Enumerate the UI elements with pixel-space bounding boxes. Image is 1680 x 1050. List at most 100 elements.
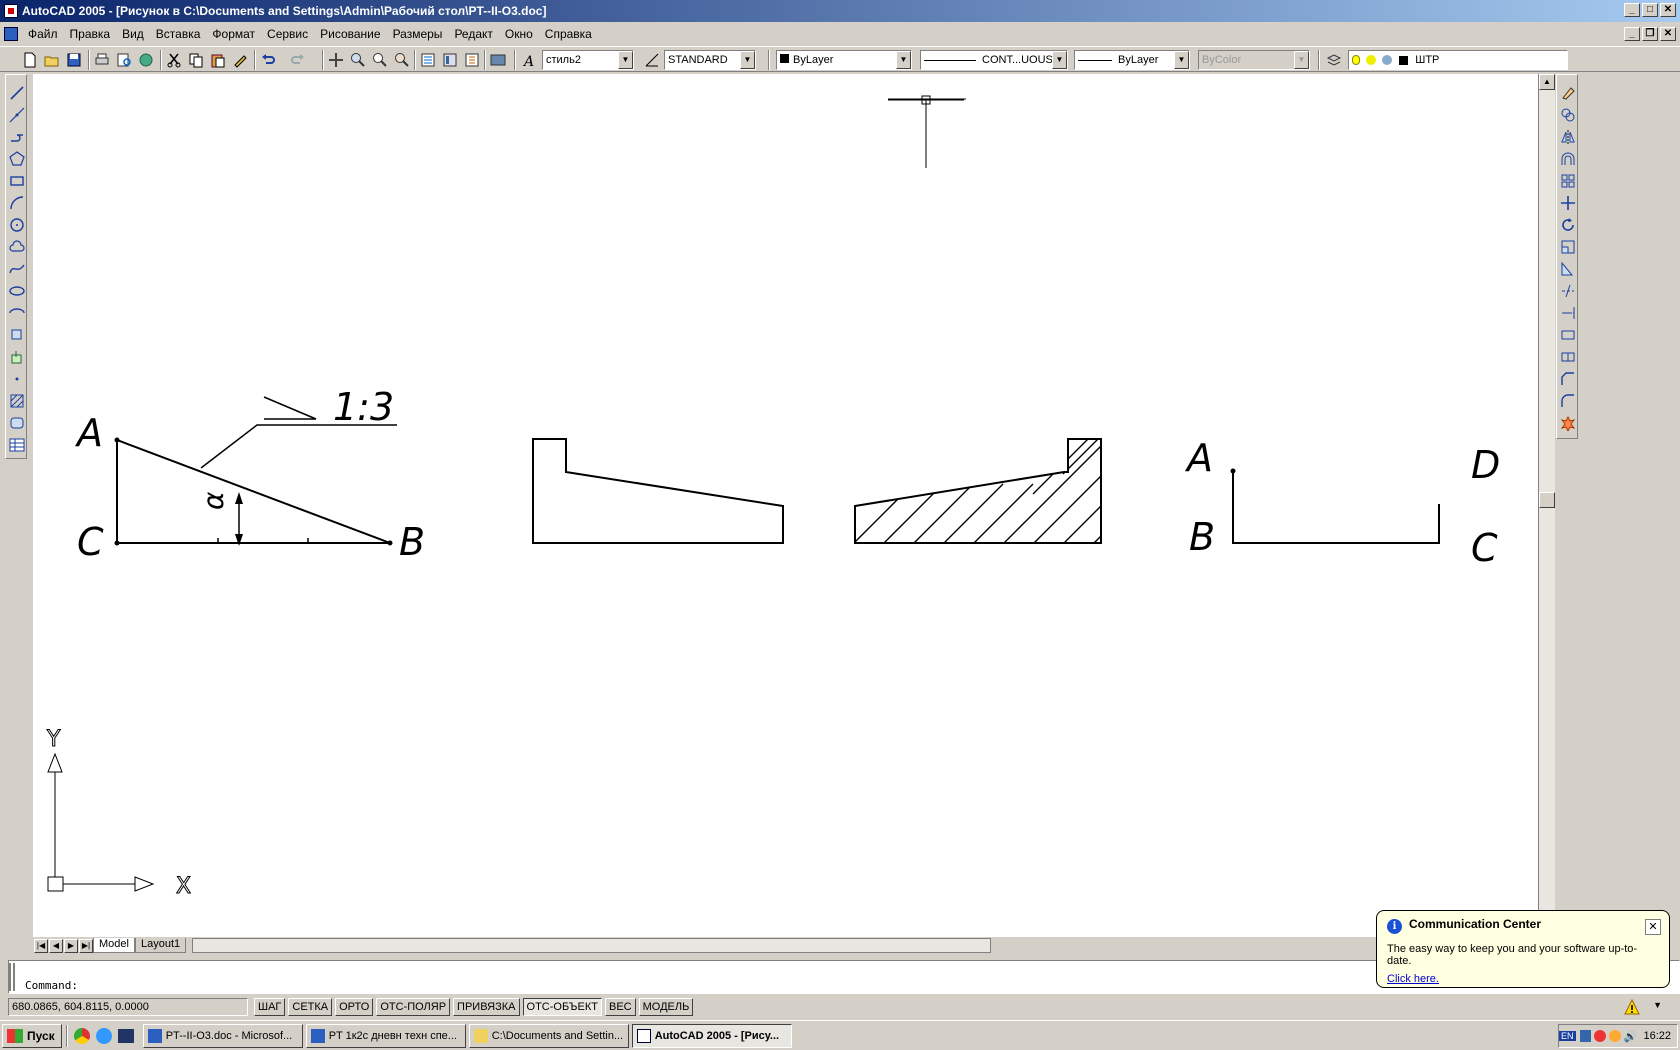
language-indicator[interactable]: EN [1559,1031,1576,1041]
scroll-up-button[interactable]: ▲ [1539,74,1555,90]
circle-tool-icon[interactable] [9,217,25,233]
undo-icon[interactable] [260,52,276,68]
copy-icon[interactable] [188,52,204,68]
ellipse-arc-tool-icon[interactable] [9,305,25,321]
ie-quicklaunch-icon[interactable] [95,1027,112,1044]
line-tool-icon[interactable] [9,85,25,101]
snap-toggle[interactable]: ШАГ [254,998,286,1016]
fillet-tool-icon[interactable] [1560,393,1576,409]
open-file-icon[interactable] [44,52,60,68]
tab-model[interactable]: Model [93,938,135,953]
break-tool-icon[interactable] [1560,327,1576,343]
lineweight-select[interactable]: ByLayer ▼ [1074,50,1190,70]
zoom-realtime-icon[interactable] [350,52,366,68]
zoom-window-icon[interactable] [372,52,388,68]
trim-tool-icon[interactable] [1560,283,1576,299]
menu-view[interactable]: Вид [116,27,150,41]
match-properties-icon[interactable] [232,52,248,68]
pan-icon[interactable] [328,52,344,68]
communication-center-icon[interactable] [1624,998,1640,1015]
doc-restore-button[interactable]: ❐ [1642,27,1658,41]
menu-format[interactable]: Формат [206,27,261,41]
network-tray-icon[interactable] [1579,1030,1592,1042]
ellipse-tool-icon[interactable] [9,283,25,299]
arc-tool-icon[interactable] [9,195,25,211]
desktop-quicklaunch-icon[interactable] [117,1028,134,1043]
start-button[interactable]: Пуск [2,1023,62,1048]
menu-tools[interactable]: Сервис [261,27,314,41]
balloon-close-button[interactable]: ✕ [1645,919,1661,935]
revision-cloud-tool-icon[interactable] [9,239,25,255]
document-icon[interactable] [4,27,18,41]
erase-tool-icon[interactable] [1560,85,1576,101]
volume-tray-icon[interactable]: 🔊 [1624,1030,1638,1043]
prev-tab-button[interactable]: ◀ [49,938,63,953]
menu-dimension[interactable]: Размеры [387,27,449,41]
explode-tool-icon[interactable] [1560,415,1576,431]
vertical-scrollbar[interactable]: ▲ [1538,74,1555,937]
publish-icon[interactable] [138,52,154,68]
scale-tool-icon[interactable] [1560,239,1576,255]
rotate-tool-icon[interactable] [1560,217,1576,233]
new-file-icon[interactable] [22,52,38,68]
object-tracking-toggle[interactable]: ОТС-ОБЪЕКТ [522,998,602,1016]
copy-object-tool-icon[interactable] [1560,107,1576,123]
tool-palettes-icon[interactable] [464,52,480,68]
cut-icon[interactable] [166,52,182,68]
linetype-select[interactable]: CONT...UOUS ▼ [920,50,1068,70]
design-center-icon[interactable] [442,52,458,68]
autocad-app-icon[interactable] [4,4,18,18]
horizontal-scrollbar[interactable] [192,938,991,953]
object-snap-toggle[interactable]: ПРИВЯЗКА [453,998,520,1016]
doc-close-button[interactable]: ✕ [1660,27,1676,41]
scroll-thumb[interactable] [1539,492,1555,508]
menu-window[interactable]: Окно [499,27,539,41]
last-tab-button[interactable]: ▶| [79,938,93,953]
point-tool-icon[interactable] [9,371,25,387]
antivirus-tray-icon[interactable] [1594,1030,1607,1042]
command-grip-handle[interactable] [9,963,15,991]
paste-icon[interactable] [210,52,226,68]
text-style-icon[interactable]: A [522,52,538,68]
drawing-canvas[interactable]: A C B 1:3 A D B C α Y X [33,74,1538,937]
media-tray-icon[interactable] [1609,1030,1621,1042]
ortho-toggle[interactable]: ОРТО [335,998,374,1016]
join-tool-icon[interactable] [1560,349,1576,365]
properties-icon[interactable] [420,52,436,68]
task-autocad[interactable]: AutoCAD 2005 - [Рису... [631,1023,792,1048]
chamfer-tool-icon[interactable] [1560,371,1576,387]
text-style-select[interactable]: стиль2 ▼ [542,50,634,70]
polyline-tool-icon[interactable] [9,129,25,145]
next-tab-button[interactable]: ▶ [64,938,78,953]
task-word-doc[interactable]: PT--II-O3.doc - Microsof... [142,1023,303,1048]
mirror-tool-icon[interactable] [1560,129,1576,145]
hatch-tool-icon[interactable] [9,393,25,409]
lineweight-toggle[interactable]: ВЕС [604,998,636,1016]
spline-tool-icon[interactable] [9,261,25,277]
menu-file[interactable]: Файл [22,27,64,41]
doc-minimize-button[interactable]: _ [1624,27,1640,41]
construction-line-tool-icon[interactable] [9,107,25,123]
polar-tracking-toggle[interactable]: ОТС-ПОЛЯР [376,998,451,1016]
menu-modify[interactable]: Редакт [448,27,498,41]
stretch-tool-icon[interactable] [1560,261,1576,277]
menu-draw[interactable]: Рисование [314,27,386,41]
layer-select[interactable]: ШТР [1348,50,1568,70]
tab-layout1[interactable]: Layout1 [134,938,187,953]
move-tool-icon[interactable] [1560,195,1576,211]
layer-manager-icon[interactable] [1326,52,1342,68]
minimize-button[interactable]: _ [1624,3,1640,17]
offset-tool-icon[interactable] [1560,151,1576,167]
dim-style-select[interactable]: STANDARD ▼ [664,50,756,70]
zoom-previous-icon[interactable] [394,52,410,68]
insert-block-tool-icon[interactable] [9,327,25,343]
dim-style-icon[interactable] [644,52,660,68]
array-tool-icon[interactable] [1560,173,1576,189]
plot-preview-icon[interactable] [116,52,132,68]
maximize-button[interactable]: □ [1642,3,1658,17]
first-tab-button[interactable]: |◀ [34,938,48,953]
extend-tool-icon[interactable] [1560,305,1576,321]
close-button[interactable]: ✕ [1660,3,1676,17]
model-space-toggle[interactable]: МОДЕЛЬ [638,998,694,1016]
balloon-link[interactable]: Click here. [1387,973,1439,985]
